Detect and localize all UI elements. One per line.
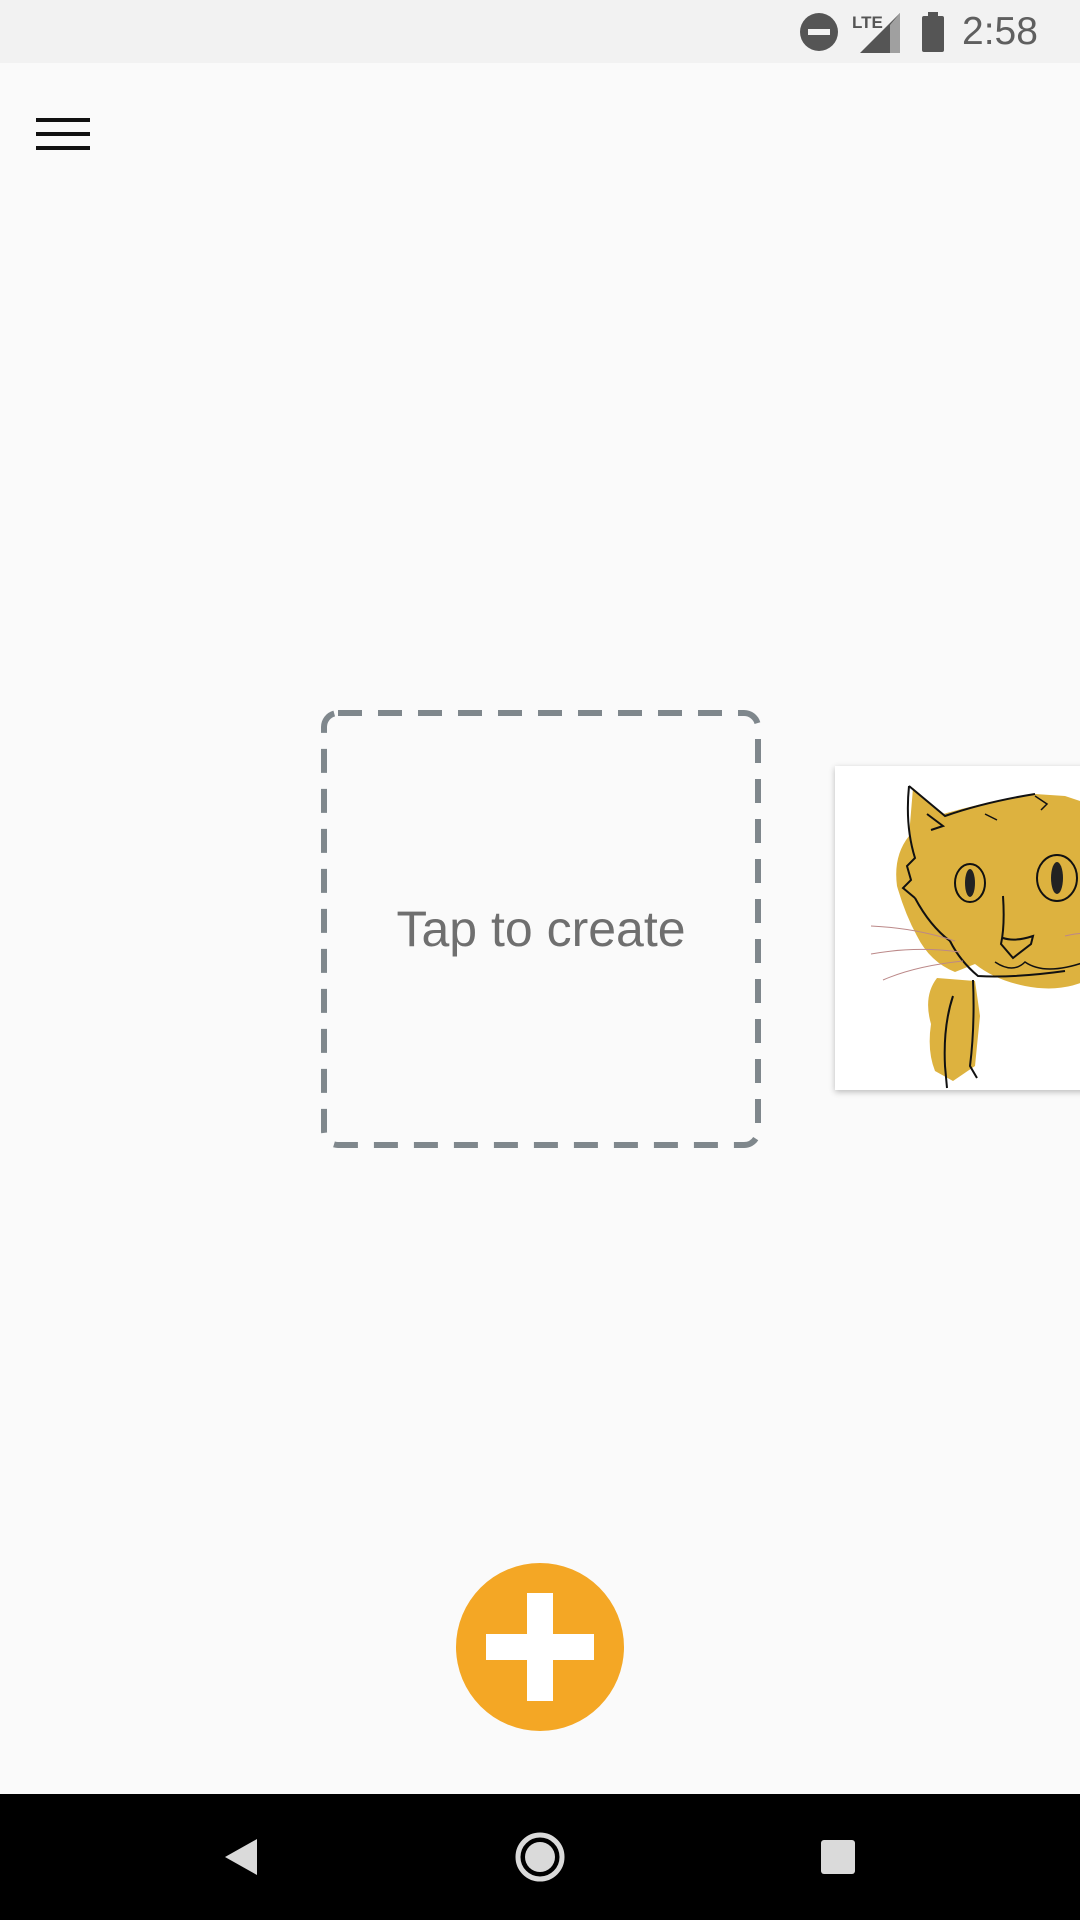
drawing-card[interactable]	[835, 766, 1080, 1090]
system-nav-bar	[0, 1794, 1080, 1920]
lte-label: LTE	[852, 13, 883, 32]
home-icon[interactable]	[505, 1822, 575, 1892]
status-bar: LTE 2:58	[0, 0, 1080, 63]
add-fab-button[interactable]	[456, 1563, 624, 1731]
hamburger-menu-icon	[36, 118, 90, 150]
plus-icon-vertical	[527, 1593, 553, 1701]
menu-button[interactable]	[18, 96, 108, 176]
status-time: 2:58	[962, 10, 1038, 53]
recents-icon[interactable]	[803, 1822, 873, 1892]
battery-icon	[922, 12, 944, 52]
cat-drawing	[870, 785, 1080, 1089]
create-tile[interactable]: Tap to create	[321, 710, 761, 1148]
lte-signal-icon: LTE	[852, 13, 900, 53]
do-not-disturb-icon	[800, 13, 838, 51]
create-tile-label: Tap to create	[396, 901, 686, 957]
back-icon[interactable]	[205, 1822, 275, 1892]
